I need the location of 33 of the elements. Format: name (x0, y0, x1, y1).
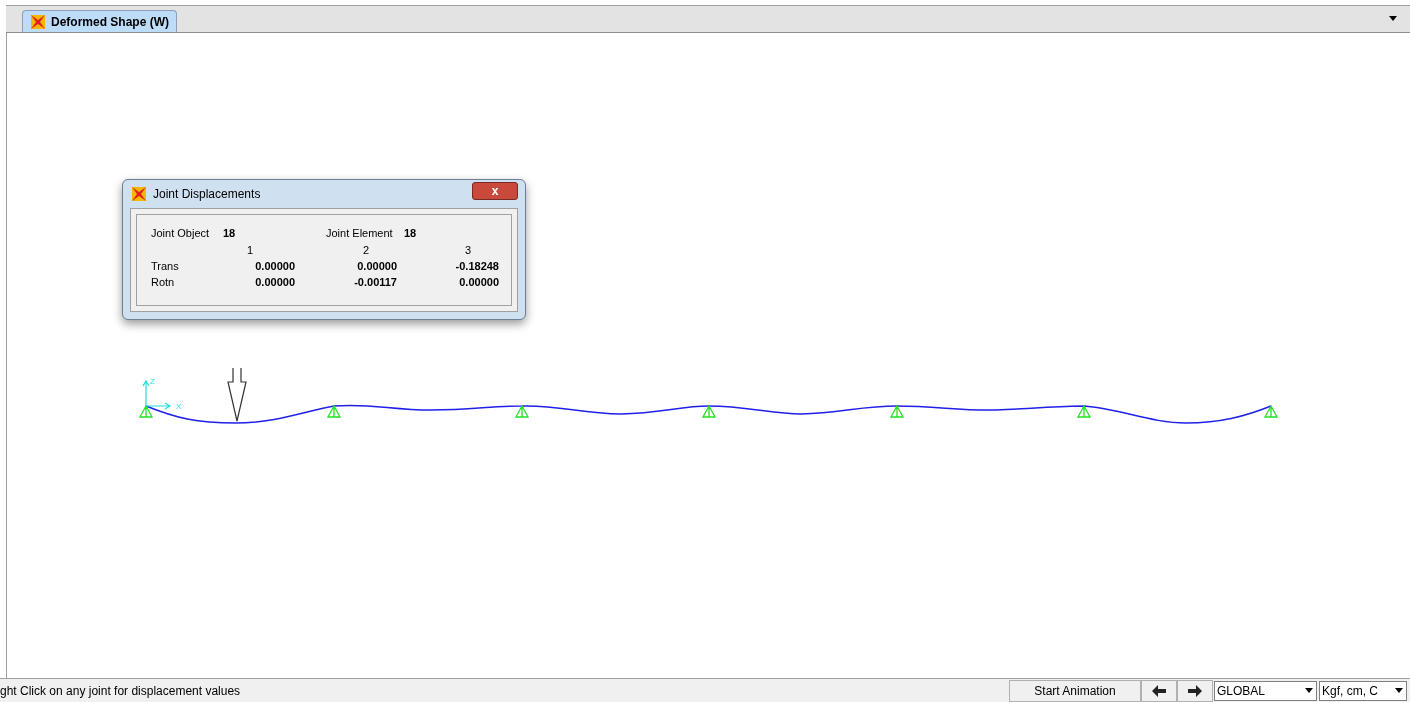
column-header: 1 (246, 243, 255, 258)
units-dropdown[interactable]: Kgf, cm, C (1319, 680, 1407, 701)
table-cell-text: 0.00000 (254, 259, 295, 274)
table-cell-text: 0.00000 (458, 275, 499, 290)
table-cell-text: 0.00000 (254, 275, 295, 290)
field-value: 18 (223, 226, 237, 240)
column-header: 2 (362, 243, 371, 258)
row-label: Trans (151, 259, 180, 274)
axis-label: Z (150, 377, 155, 386)
field-value: 18 (404, 226, 417, 240)
app-logo-icon (30, 13, 46, 30)
dropdown-caret-icon[interactable] (1389, 16, 1397, 21)
close-button[interactable]: x (472, 182, 518, 200)
document-tab[interactable]: Deformed Shape (W) (22, 10, 177, 32)
status-message: ght Click on any joint for displacement values (0, 682, 242, 700)
dialog-title: Joint Displacements (153, 186, 262, 203)
table-cell-text: -0.00117 (353, 275, 397, 290)
column-header: 3 (464, 243, 473, 258)
axis-label: X (176, 402, 182, 411)
caret-icon (1395, 688, 1403, 693)
table-cell-text: 0.00000 (356, 259, 397, 274)
caret-icon (1305, 688, 1313, 693)
previous-button[interactable] (1141, 679, 1177, 702)
right-arrow-icon (1188, 684, 1202, 697)
row-label: Rotn (151, 275, 176, 290)
coordinate-system-dropdown[interactable]: GLOBAL (1214, 680, 1317, 701)
table-cell-text: -0.18248 (454, 259, 499, 274)
start-animation-button[interactable]: Start Animation (1009, 679, 1141, 702)
field-label: Joint Element (326, 226, 394, 240)
left-arrow-icon (1152, 684, 1166, 697)
field-label: Joint Object (151, 226, 211, 240)
next-button[interactable] (1177, 679, 1213, 702)
app-logo-icon (131, 186, 147, 202)
